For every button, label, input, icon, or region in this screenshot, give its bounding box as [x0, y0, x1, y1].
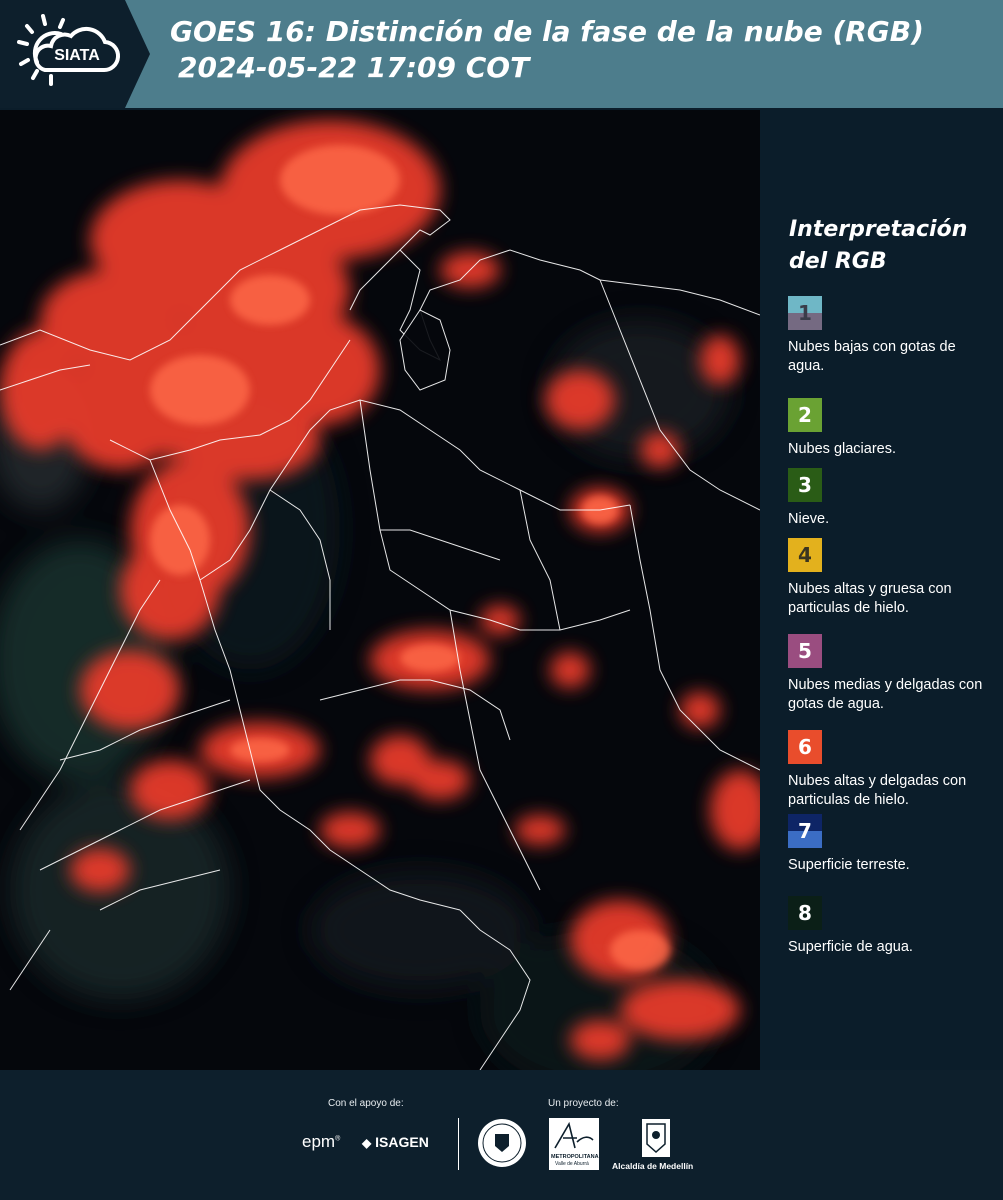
header: SIATA GOES 16: Distinción de la fase de …	[0, 0, 1003, 108]
legend-swatch: 5	[788, 634, 822, 668]
footer: Con el apoyo de: Un proyecto de: epm® ◆ …	[0, 1070, 1003, 1200]
sun-cloud-icon: SIATA	[17, 14, 121, 86]
epm-logo: epm®	[302, 1132, 341, 1151]
isagen-logo: ◆ ISAGEN	[362, 1134, 429, 1150]
legend-label: Nubes altas y delgadas con particulas de…	[788, 773, 967, 808]
legend-panel: Interpretación del RGB 1 Nubes bajas con …	[762, 110, 1003, 1070]
legend-item: 4 Nubes altas y gruesa con particulas de …	[788, 538, 988, 618]
isagen-logo-text: ISAGEN	[375, 1134, 429, 1150]
area-signature-icon	[554, 1121, 594, 1149]
legend-item: 3 Nieve.	[788, 468, 988, 529]
legend-item: 6 Nubes altas y delgadas con particulas d…	[788, 730, 988, 810]
area-caption-1: METROPOLITANA	[551, 1154, 599, 1160]
legend-number: 1	[798, 301, 812, 325]
legend-title-line-2: del RGB	[789, 249, 887, 274]
svg-text:SIATA: SIATA	[54, 47, 100, 64]
alcaldia-caption: Alcaldía de Medellín	[612, 1161, 694, 1171]
legend-item: 7 Superficie terreste.	[788, 814, 988, 875]
title-line-2: 2024-05-22 17:09 COT	[178, 51, 530, 84]
legend-label: Nieve.	[788, 511, 830, 527]
legend-swatch: 3	[788, 468, 822, 502]
legend-number: 2	[798, 403, 812, 427]
legend-swatch: 6	[788, 730, 822, 764]
area-caption-2: Valle de Aburrá	[555, 1161, 589, 1167]
legend-swatch: 8	[788, 896, 822, 930]
legend-label: Superficie terreste.	[788, 857, 910, 873]
medellin-coat-of-arms-icon	[642, 1119, 670, 1157]
university-seal-icon	[478, 1119, 526, 1167]
legend-label: Superficie de agua.	[788, 939, 913, 955]
rgb-cloud-phase-image	[0, 110, 760, 1070]
area-metropolitana-logo: METROPOLITANA Valle de Aburrá	[549, 1118, 599, 1170]
legend-label: Nubes altas y gruesa con particulas de h…	[788, 581, 952, 616]
footer-divider	[458, 1118, 459, 1170]
legend-label: Nubes bajas con gotas de agua.	[788, 339, 956, 374]
legend-label: Nubes glaciares.	[788, 441, 896, 457]
page-title: GOES 16: Distinción de la fase de la nub…	[170, 14, 924, 86]
legend-swatch: 1	[788, 296, 822, 330]
legend-title-line-1: Interpretación	[789, 217, 968, 242]
legend-number: 7	[798, 819, 812, 843]
project-label: Un proyecto de:	[548, 1098, 619, 1109]
support-label: Con el apoyo de:	[328, 1098, 404, 1109]
satellite-map[interactable]	[0, 110, 760, 1070]
legend-item: 5 Nubes medias y delgadas con gotas de ag…	[788, 634, 988, 714]
legend-item: 1 Nubes bajas con gotas de agua.	[788, 296, 988, 376]
legend-number: 5	[798, 639, 812, 663]
legend-swatch: 7	[788, 814, 822, 848]
epm-logo-text: epm	[302, 1132, 336, 1151]
legend-item: 2 Nubes glaciares.	[788, 398, 988, 459]
legend-number: 6	[798, 735, 812, 759]
legend-title: Interpretación del RGB	[789, 214, 967, 278]
siata-logo[interactable]: SIATA	[0, 0, 150, 108]
isagen-diamond-icon: ◆	[362, 1136, 372, 1150]
legend-number: 3	[798, 473, 812, 497]
legend-swatch: 4	[788, 538, 822, 572]
legend-swatch: 2	[788, 398, 822, 432]
title-line-1: GOES 16: Distinción de la fase de la nub…	[170, 15, 924, 48]
legend-number: 4	[798, 543, 812, 567]
legend-item: 8 Superficie de agua.	[788, 896, 988, 957]
legend-number: 8	[798, 901, 812, 925]
legend-label: Nubes medias y delgadas con gotas de agu…	[788, 677, 983, 712]
